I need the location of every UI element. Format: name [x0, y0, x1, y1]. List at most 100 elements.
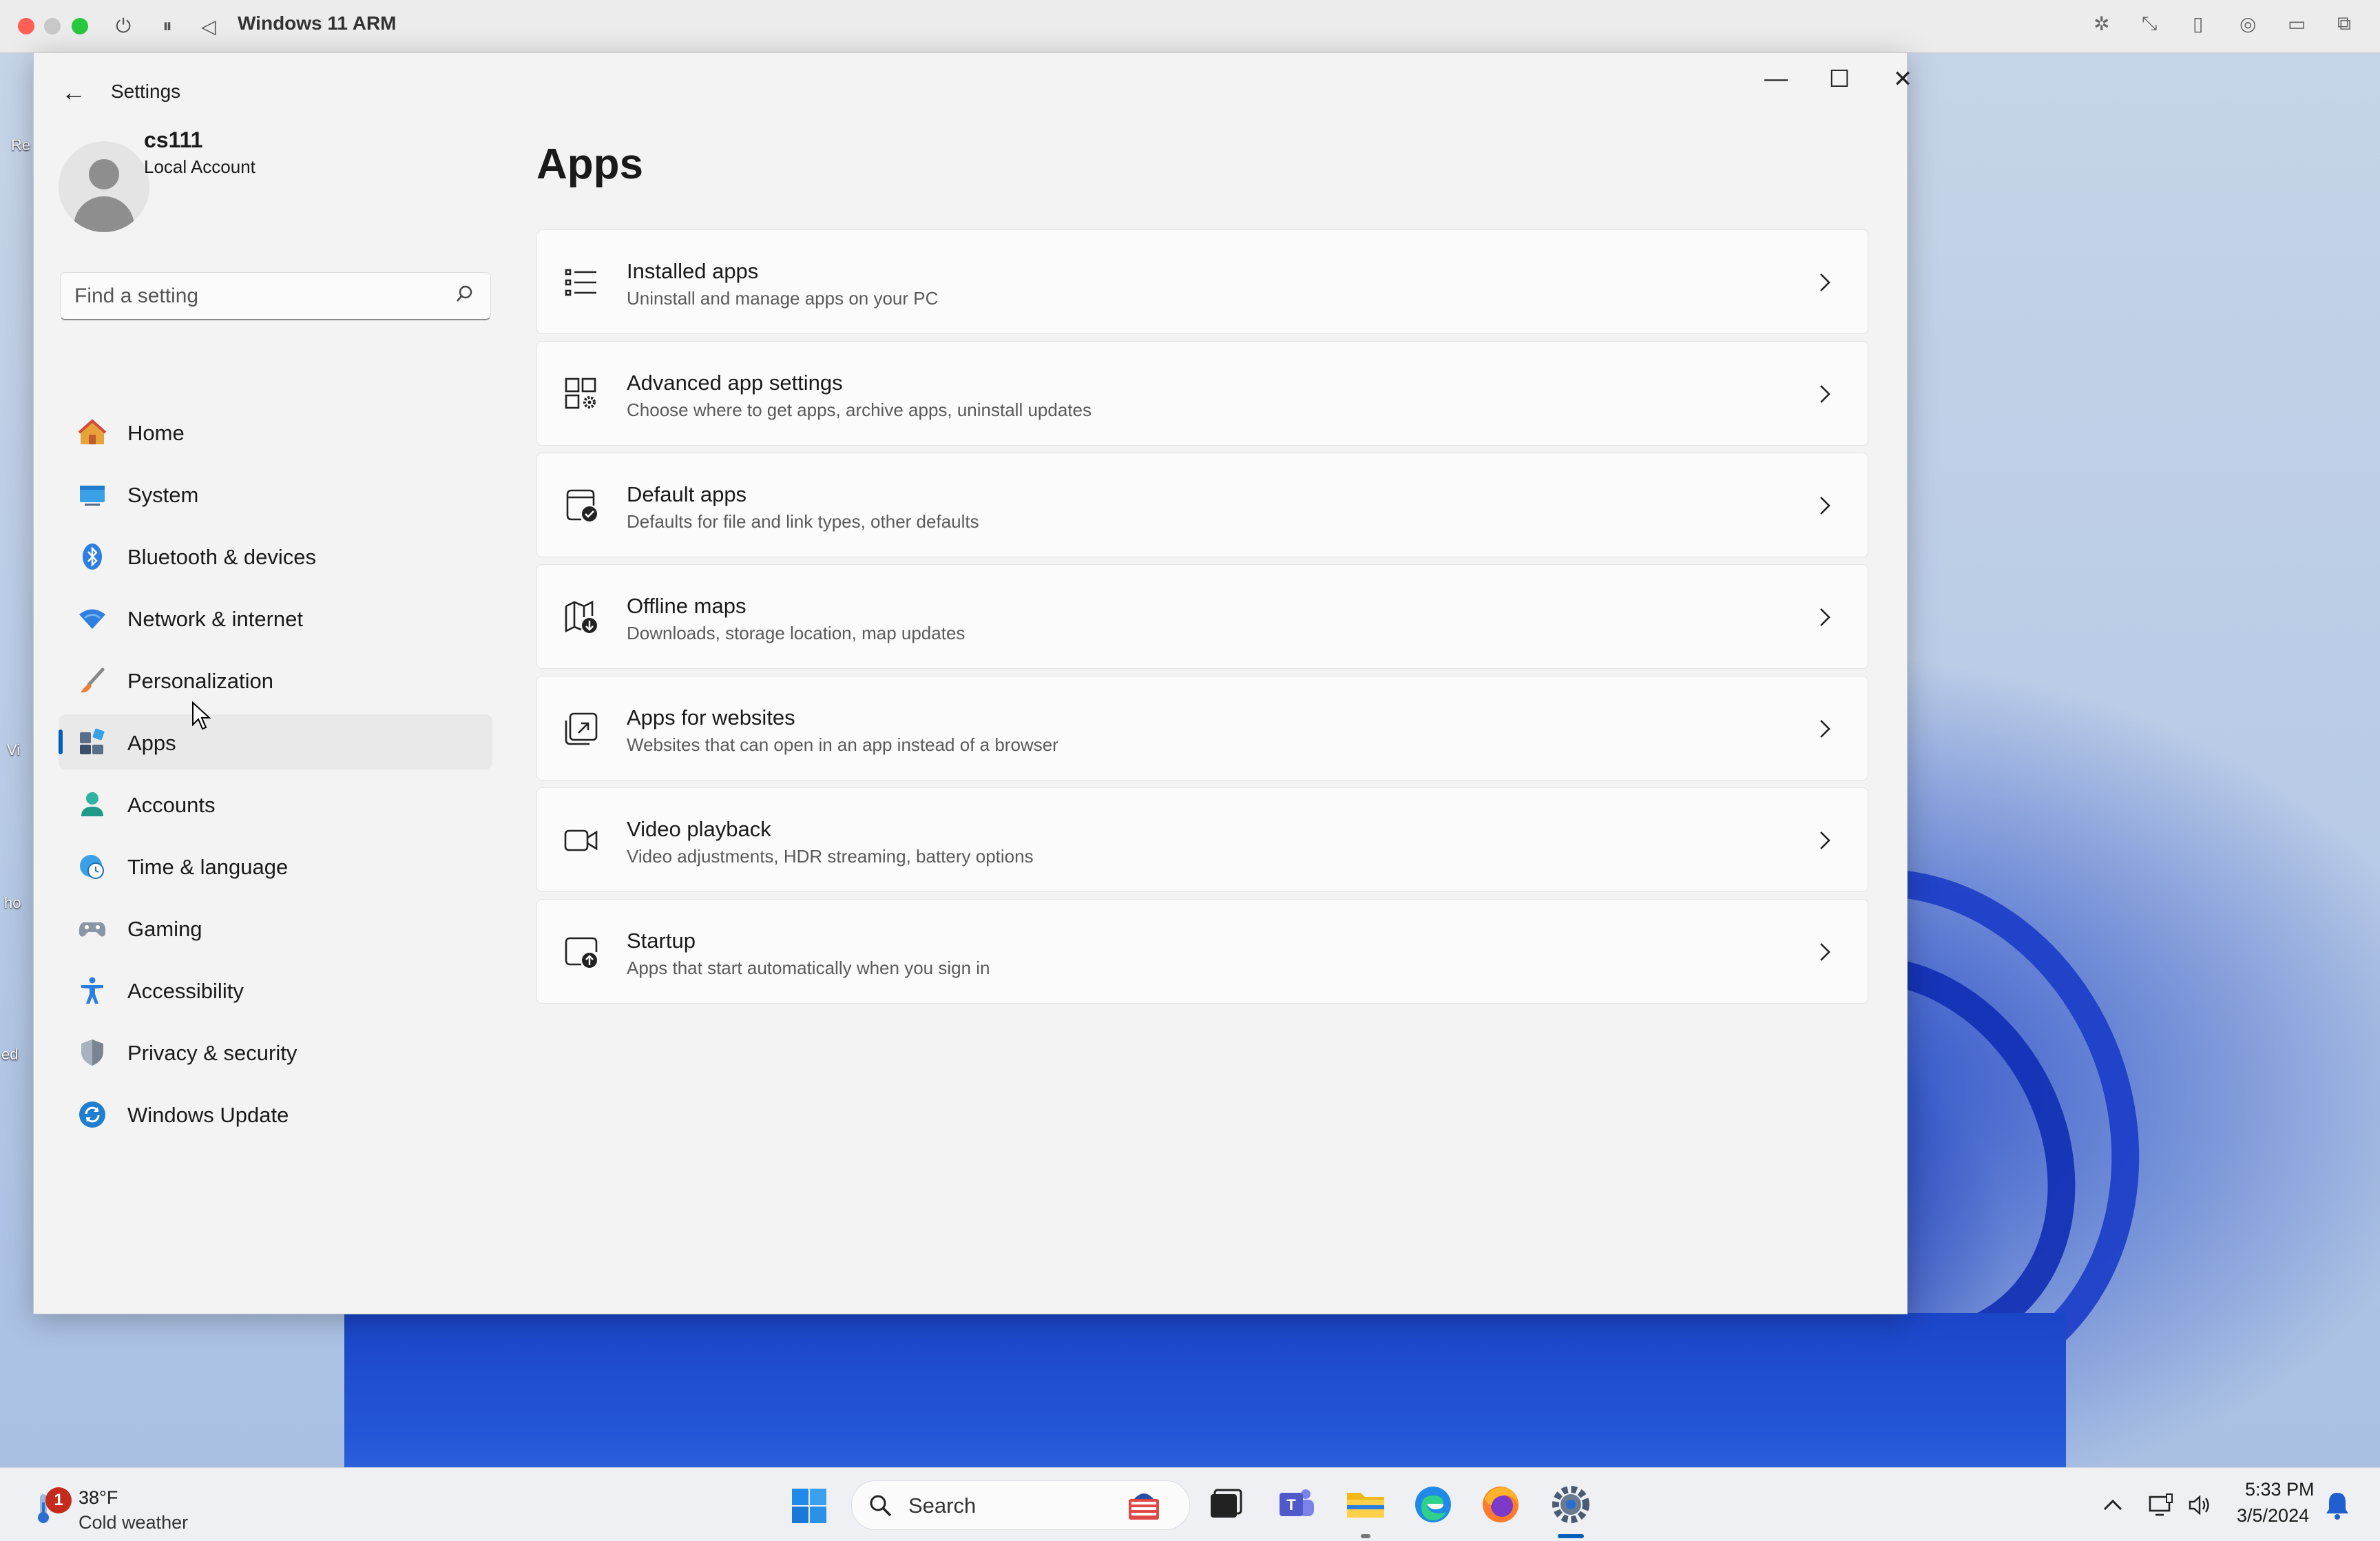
person-icon [81, 792, 103, 816]
apps-for-websites-card[interactable]: Apps for websites Websites that can open… [536, 676, 1868, 780]
minimize-vm-button[interactable] [44, 18, 61, 34]
teams-icon[interactable]: T [1275, 1483, 1318, 1526]
video-playback-card[interactable]: Video playback Video adjustments, HDR st… [536, 787, 1868, 892]
installed-apps-card[interactable]: Installed apps Uninstall and manage apps… [536, 229, 1868, 334]
sidebar-item-label: Accessibility [127, 979, 244, 1003]
back-icon[interactable]: ◁ [201, 15, 216, 38]
map-download-icon [565, 600, 597, 633]
user-name: cs111 [144, 127, 203, 152]
minimize-button[interactable]: — [1749, 65, 1804, 92]
windows-icon[interactable]: ⧉ [2337, 12, 2351, 35]
card-title: Advanced app settings [627, 371, 843, 395]
startup-card[interactable]: Startup Apps that start automatically wh… [536, 899, 1868, 1004]
sidebar-item-accessibility[interactable]: Accessibility [59, 962, 492, 1017]
edge-icon[interactable] [1412, 1483, 1454, 1526]
mouse-cursor-icon [192, 701, 211, 730]
search-input[interactable] [73, 273, 448, 320]
sidebar-item-windows-update[interactable]: Windows Update [59, 1086, 492, 1141]
resize-icon[interactable]: ⤡ [2142, 12, 2157, 35]
open-external-icon [565, 712, 598, 745]
brush-icon [81, 668, 105, 693]
clock-time[interactable]: 5:33 PM [2245, 1479, 2315, 1500]
sidebar-item-label: Accounts [127, 793, 216, 817]
sidebar-item-privacy[interactable]: Privacy & security [59, 1024, 492, 1079]
card-subtitle: Apps that start automatically when you s… [627, 958, 990, 978]
search-highlight-icon [1129, 1493, 1159, 1520]
notification-bell-icon[interactable] [2324, 1490, 2351, 1520]
sidebar-item-personalization[interactable]: Personalization [59, 652, 492, 707]
offline-maps-card[interactable]: Offline maps Downloads, storage location… [536, 564, 1868, 669]
chevron-right-icon [1820, 273, 1830, 291]
sidebar-item-label: Gaming [127, 917, 202, 941]
svg-text:T: T [1286, 1496, 1296, 1513]
file-explorer-icon[interactable] [1344, 1483, 1387, 1526]
start-button[interactable] [791, 1487, 828, 1524]
app-check-icon [566, 489, 597, 521]
shield-icon [81, 1040, 103, 1066]
home-icon [78, 419, 107, 444]
network-icon[interactable] [2147, 1491, 2175, 1519]
sidebar-item-gaming[interactable]: Gaming [59, 900, 492, 955]
chevron-right-icon [1820, 720, 1830, 738]
sidebar-item-bluetooth[interactable]: Bluetooth & devices [59, 528, 492, 583]
sidebar-item-label: Windows Update [127, 1103, 289, 1127]
desktop-icon-fragment[interactable]: Vi [7, 741, 20, 759]
pause-icon[interactable]: ⏸ [163, 15, 172, 38]
desktop-icon-fragment[interactable]: ed [1, 1046, 18, 1064]
zoom-vm-button[interactable] [72, 18, 88, 34]
sidebar-nav: Home System Bluetooth & devices Network … [59, 404, 492, 1148]
card-title: Video playback [627, 817, 771, 841]
sidebar-item-label: Bluetooth & devices [127, 545, 317, 569]
task-view-icon[interactable] [1204, 1483, 1246, 1526]
desktop-icon-fragment[interactable]: Re [11, 136, 30, 154]
sidebar-item-label: Time & language [127, 855, 289, 879]
taskbar: 1 38°F Cold weather Search T 5:33 PM 3/5… [0, 1467, 2380, 1541]
apps-settings-list: Installed apps Uninstall and manage apps… [536, 229, 1868, 1011]
clock-date[interactable]: 3/5/2024 [2237, 1505, 2309, 1527]
sidebar-item-home[interactable]: Home [59, 404, 492, 459]
settings-gear-icon[interactable] [1549, 1483, 1592, 1526]
folder-icon[interactable]: ▭ [2288, 12, 2306, 35]
taskbar-search[interactable]: Search [851, 1480, 1190, 1530]
card-subtitle: Defaults for file and link types, other … [627, 511, 979, 532]
sidebar-item-label: Personalization [127, 669, 273, 693]
avatar[interactable] [59, 141, 149, 232]
maximize-button[interactable]: ☐ [1812, 65, 1867, 93]
account-type: Local Account [144, 156, 255, 177]
desktop-icon-fragment[interactable]: ho [4, 894, 21, 912]
power-icon[interactable]: ⏻ [116, 15, 131, 38]
apps-icon [80, 728, 105, 754]
sidebar-item-label: Privacy & security [127, 1041, 298, 1065]
weather-temperature: 38°F [79, 1487, 118, 1508]
network-share-icon[interactable]: ◎ [2240, 12, 2256, 35]
bluetooth-icon [83, 544, 102, 570]
close-vm-button[interactable] [18, 18, 34, 34]
back-button[interactable]: ← [61, 78, 86, 107]
firefox-icon[interactable] [1479, 1483, 1522, 1526]
globe-clock-icon [80, 855, 104, 879]
usb-icon[interactable]: ▯ [2193, 12, 2203, 35]
default-apps-card[interactable]: Default apps Defaults for file and link … [536, 453, 1868, 557]
advanced-app-settings-card[interactable]: Advanced app settings Choose where to ge… [536, 341, 1868, 446]
sync-icon [79, 1102, 105, 1128]
sidebar-item-system[interactable]: System [59, 466, 492, 521]
window-title: Settings [111, 81, 181, 102]
chevron-up-icon[interactable] [2099, 1491, 2127, 1519]
sidebar-item-accounts[interactable]: Accounts [59, 776, 492, 831]
volume-icon[interactable] [2186, 1491, 2213, 1519]
chevron-right-icon [1820, 831, 1830, 849]
sidebar-item-network[interactable]: Network & internet [59, 590, 492, 645]
startup-icon [565, 937, 598, 968]
brightness-icon[interactable]: ✲ [2094, 12, 2109, 35]
chevron-right-icon [1820, 385, 1830, 403]
sidebar-item-apps[interactable]: Apps [59, 714, 492, 769]
sidebar-item-label: System [127, 483, 199, 507]
search-box[interactable] [60, 272, 491, 320]
sidebar-item-time-language[interactable]: Time & language [59, 838, 492, 893]
sidebar-item-label: Home [127, 421, 185, 445]
card-title: Offline maps [627, 594, 747, 618]
close-button[interactable]: ✕ [1875, 65, 1930, 93]
card-subtitle: Uninstall and manage apps on your PC [627, 288, 939, 309]
video-camera-icon [564, 829, 598, 851]
wifi-icon [79, 609, 105, 629]
